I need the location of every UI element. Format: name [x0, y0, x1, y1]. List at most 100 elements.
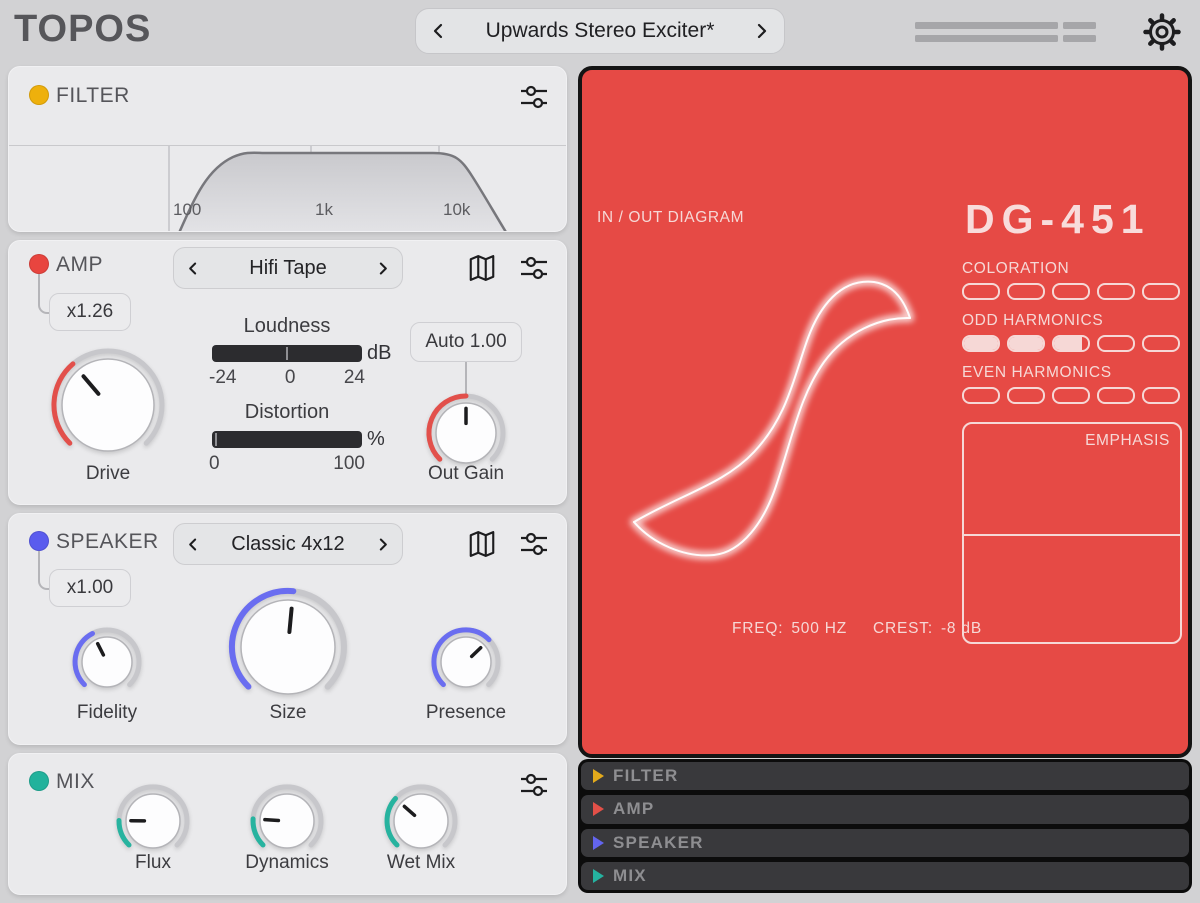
freq-tick-100: 100: [173, 200, 201, 220]
amp-map-icon[interactable]: [467, 253, 497, 288]
odd-harmonics-label: ODD HARMONICS: [962, 312, 1103, 330]
app-logo: TOPOS: [14, 8, 151, 51]
crest-label: CREST:: [873, 620, 933, 638]
filter-sliders-icon[interactable]: [519, 83, 549, 116]
fidelity-knob[interactable]: [71, 626, 144, 699]
collapsed-mix-bar[interactable]: MIX: [581, 862, 1189, 890]
main-preset-name: Upwards Stereo Exciter*: [448, 19, 752, 43]
coloration-meter: [962, 283, 1180, 300]
auto-gain-badge[interactable]: Auto 1.00: [410, 322, 522, 362]
collapsed-mix-label: MIX: [613, 866, 647, 886]
harmonic-pill: [1142, 387, 1180, 404]
harmonic-pill: [1052, 387, 1090, 404]
coloration-label: COLORATION: [962, 260, 1069, 278]
fidelity-knob-label: Fidelity: [77, 702, 137, 724]
presence-knob[interactable]: [430, 626, 503, 699]
filter-eq-display[interactable]: 100 1k 10k: [9, 145, 566, 231]
freq-tick-10k: 10k: [443, 200, 470, 220]
speaker-section: SPEAKER Classic 4x12 x1.00 Fidelity Size…: [8, 513, 567, 745]
filter-enable-dot[interactable]: [29, 85, 49, 105]
mix-section: MIX Flux Dynamics Wet Mix: [8, 753, 567, 895]
preset-prev-icon[interactable]: [430, 22, 448, 40]
harmonic-pill: [1052, 283, 1090, 300]
collapsed-amp-label: AMP: [613, 799, 654, 819]
transfer-curve: [582, 70, 1188, 754]
amp-section: AMP Hifi Tape x1.26 Loudness dB -24 0 24…: [8, 240, 567, 505]
out-gain-knob-label: Out Gain: [428, 463, 504, 485]
freq-tick-1k: 1k: [315, 200, 333, 220]
harmonic-pill: [1007, 387, 1045, 404]
harmonic-pill: [1097, 335, 1135, 352]
expand-triangle-icon: [593, 802, 604, 816]
size-knob[interactable]: [227, 586, 349, 708]
harmonic-pill: [962, 283, 1000, 300]
distortion-label: Distortion: [245, 401, 329, 424]
dynamics-knob[interactable]: [249, 783, 326, 860]
amp-preset-prev-icon[interactable]: [186, 261, 201, 276]
speaker-section-title: SPEAKER: [56, 530, 159, 554]
mix-section-title: MIX: [56, 770, 95, 794]
speaker-preset-selector[interactable]: Classic 4x12: [173, 523, 403, 565]
loudness-meter: [212, 345, 362, 362]
amp-preset-next-icon[interactable]: [375, 261, 390, 276]
amp-multiplier-badge[interactable]: x1.26: [49, 293, 131, 331]
freq-value: 500 HZ: [791, 620, 847, 638]
amp-sliders-icon[interactable]: [519, 254, 549, 287]
loudness-tick-min: -24: [209, 367, 236, 389]
expand-triangle-icon: [593, 836, 604, 850]
even-harmonics-label: EVEN HARMONICS: [962, 364, 1112, 382]
mix-sliders-icon[interactable]: [519, 771, 549, 804]
collapsed-filter-label: FILTER: [613, 766, 678, 786]
inout-diagram-label: IN / OUT DIAGRAM: [597, 209, 744, 227]
amp-preset-name: Hifi Tape: [201, 257, 375, 280]
settings-gear-icon[interactable]: [1142, 12, 1182, 57]
harmonic-pill: [1007, 283, 1045, 300]
amp-section-title: AMP: [56, 253, 103, 277]
wet-mix-knob-label: Wet Mix: [387, 852, 455, 874]
loudness-label: Loudness: [244, 315, 331, 338]
harmonic-pill: [962, 335, 1000, 352]
collapsed-filter-bar[interactable]: FILTER: [581, 762, 1189, 790]
main-preset-selector[interactable]: Upwards Stereo Exciter*: [415, 8, 785, 54]
distortion-scale: 0 100: [209, 453, 365, 475]
collapsed-amp-bar[interactable]: AMP: [581, 795, 1189, 823]
loudness-unit: dB: [367, 342, 391, 365]
speaker-sliders-icon[interactable]: [519, 530, 549, 563]
presence-knob-label: Presence: [426, 702, 506, 724]
expand-triangle-icon: [593, 769, 604, 783]
crest-value: -8 dB: [941, 620, 982, 638]
amp-preset-selector[interactable]: Hifi Tape: [173, 247, 403, 289]
distortion-unit: %: [367, 428, 385, 451]
drive-knob-label: Drive: [86, 463, 130, 485]
amp-enable-dot[interactable]: [29, 254, 49, 274]
harmonic-pill: [1007, 335, 1045, 352]
drive-knob[interactable]: [50, 347, 167, 464]
mix-enable-dot[interactable]: [29, 771, 49, 791]
collapsed-speaker-bar[interactable]: SPEAKER: [581, 829, 1189, 857]
harmonic-pill: [1097, 387, 1135, 404]
meter-segment: [915, 22, 1058, 29]
speaker-preset-prev-icon[interactable]: [186, 537, 201, 552]
loudness-tick-mid: 0: [285, 367, 296, 389]
filter-section: FILTER 100 1k 10k: [8, 66, 567, 232]
speaker-map-icon[interactable]: [467, 529, 497, 564]
harmonic-pill: [1052, 335, 1090, 352]
freq-crest-readout: FREQ: 500 HZ CREST: -8 dB: [732, 620, 982, 638]
emphasis-box: EMPHASIS: [962, 422, 1182, 644]
flux-knob[interactable]: [115, 783, 192, 860]
speaker-multiplier-badge[interactable]: x1.00: [49, 569, 131, 607]
collapsed-sections: FILTER AMP SPEAKER MIX: [578, 759, 1192, 893]
speaker-preset-next-icon[interactable]: [375, 537, 390, 552]
io-level-meter: [915, 22, 1096, 48]
distortion-tick-min: 0: [209, 453, 220, 475]
preset-next-icon[interactable]: [752, 22, 770, 40]
loudness-scale: -24 0 24: [209, 367, 365, 389]
speaker-enable-dot[interactable]: [29, 531, 49, 551]
harmonic-pill: [1142, 335, 1180, 352]
emphasis-label: EMPHASIS: [1085, 432, 1170, 450]
wet-mix-knob[interactable]: [383, 783, 460, 860]
meter-segment: [1063, 35, 1096, 42]
freq-label: FREQ:: [732, 620, 783, 638]
size-knob-label: Size: [270, 702, 307, 724]
dg451-display-panel: IN / OUT DIAGRAM DG-451 COLORATION ODD H…: [578, 66, 1192, 758]
